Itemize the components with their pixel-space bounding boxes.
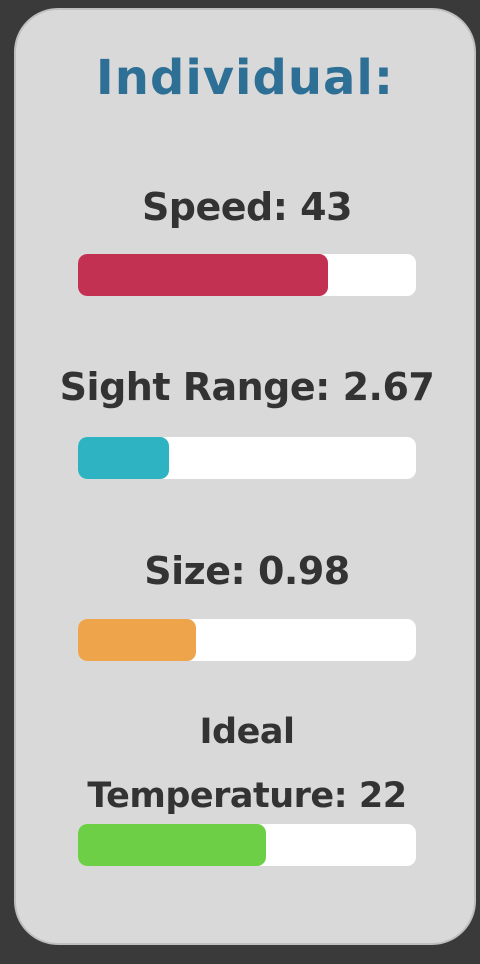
speed-bar-fill: [78, 254, 329, 296]
size-label: Size: 0.98: [144, 549, 350, 593]
panel-title: Individual:: [95, 50, 395, 106]
sight-range-bar-fill: [78, 437, 170, 479]
ideal-temperature-bar-track: [78, 824, 416, 866]
sight-range-bar-track: [78, 437, 416, 479]
speed-label: Speed: 43: [141, 185, 353, 229]
size-bar-fill: [78, 619, 197, 661]
ideal-temperature-label-line-2: Temperature: 22: [87, 776, 407, 816]
individual-stats-panel: Individual: Speed: 43 Sight Range: 2.67 …: [14, 8, 476, 945]
ideal-temperature-label-line-1: Ideal: [199, 712, 295, 752]
sight-range-label: Sight Range: 2.67: [59, 365, 435, 409]
ideal-temperature-label: Ideal Temperature: 22: [4, 700, 480, 828]
speed-bar-track: [78, 254, 416, 296]
ideal-temperature-bar-fill: [78, 824, 266, 866]
size-bar-track: [78, 619, 416, 661]
